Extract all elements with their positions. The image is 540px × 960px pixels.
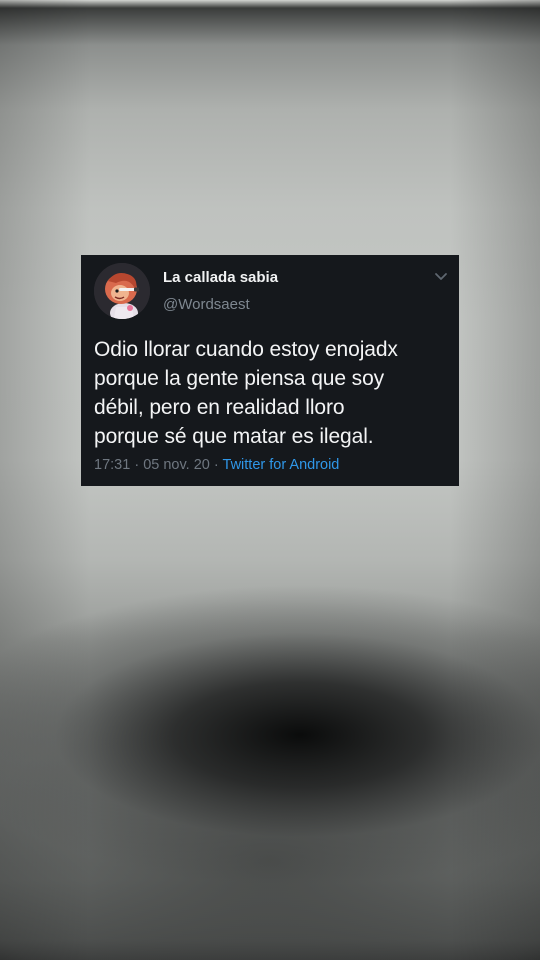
user-handle[interactable]: @Wordsaest (163, 296, 250, 313)
chevron-down-icon[interactable] (433, 271, 449, 283)
screen: La callada sabia @Wordsaest Odio llorar … (0, 0, 540, 960)
tweet-text-line: porque la gente piensa que soy (94, 367, 385, 390)
tweet-text: Odio llorar cuando estoy enojadx porque … (94, 335, 449, 451)
display-name[interactable]: La callada sabia (163, 269, 278, 286)
tweet-text-line: débil, pero en realidad lloro (94, 396, 345, 419)
tweet-meta: 17:31 · 05 nov. 20 · Twitter for Android (94, 457, 339, 473)
cartoon-character-avatar-icon (94, 263, 150, 319)
tweet-card[interactable]: La callada sabia @Wordsaest Odio llorar … (81, 255, 459, 486)
avatar[interactable] (94, 263, 150, 319)
tweet-text-line: Odio llorar cuando estoy enojadx (94, 338, 398, 361)
meta-separator: · (213, 457, 219, 473)
tweet-date: 05 nov. 20 (143, 457, 210, 473)
tweet-source-link[interactable]: Twitter for Android (223, 457, 340, 473)
tweet-text-line: porque sé que matar es ilegal. (94, 425, 374, 448)
tweet-time: 17:31 (94, 457, 131, 473)
meta-separator: · (134, 457, 140, 473)
